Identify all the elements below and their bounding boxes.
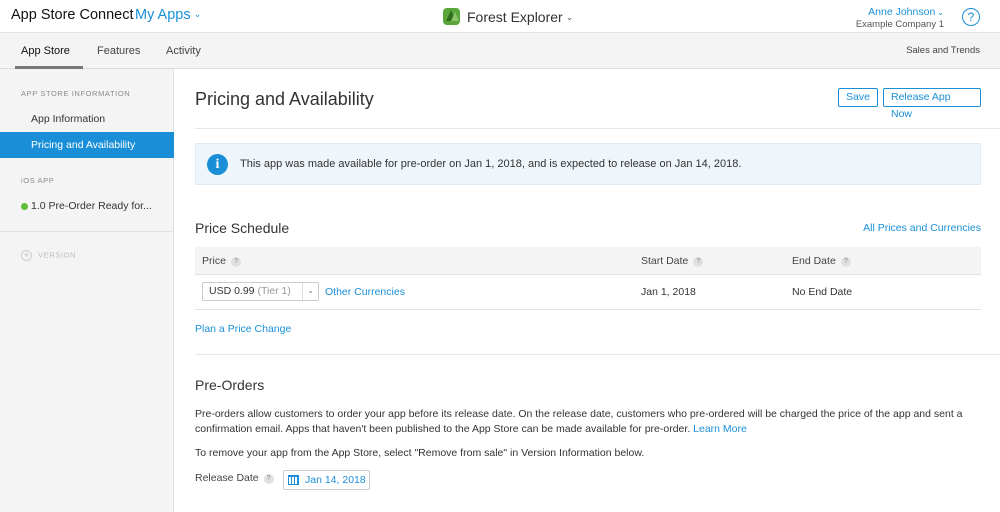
info-banner: i This app was made available for pre-or… <box>195 143 981 185</box>
user-name: Anne Johnson <box>868 6 936 18</box>
release-date-value: Jan 14, 2018 <box>305 474 366 486</box>
other-currencies-link[interactable]: Other Currencies <box>325 286 405 298</box>
plus-icon: + <box>21 250 32 261</box>
chevron-down-icon: ⌄ <box>302 283 318 300</box>
sidebar-section-ios-app: iOS APP <box>21 176 55 185</box>
price-tier: (Tier 1) <box>257 285 291 297</box>
sidebar-item-label: 1.0 Pre-Order Ready for... <box>31 200 152 212</box>
page-title: Pricing and Availability <box>195 89 374 109</box>
chevron-down-icon: ⌄ <box>937 8 944 17</box>
release-date-label: Release Date? <box>195 472 274 484</box>
save-button[interactable]: Save <box>838 88 878 107</box>
user-menu[interactable]: Anne Johnson ⌄ Example Company 1 <box>856 6 944 30</box>
version-label: VERSION <box>38 250 76 260</box>
top-bar: App Store Connect My Apps ⌄ Forest Explor… <box>0 0 1000 33</box>
help-icon[interactable]: ? <box>962 8 980 26</box>
price-table-header: Price? Start Date? End Date? <box>195 247 981 275</box>
sidebar-item-pricing-and-availability[interactable]: Pricing and Availability <box>0 132 174 158</box>
release-app-now-button[interactable]: Release App Now <box>883 88 981 120</box>
info-icon: i <box>207 154 228 175</box>
tab-activity[interactable]: Activity <box>166 45 201 57</box>
table-row: USD 0.99 (Tier 1) ⌄ Other Currencies Jan… <box>195 275 981 310</box>
learn-more-link[interactable]: Learn More <box>693 423 747 435</box>
pre-orders-title: Pre-Orders <box>195 377 265 393</box>
sidebar: APP STORE INFORMATION App Information Pr… <box>0 69 174 512</box>
all-prices-and-currencies-link[interactable]: All Prices and Currencies <box>863 222 981 234</box>
release-date-picker[interactable]: Jan 14, 2018 <box>283 470 370 490</box>
forest-explorer-app-icon <box>443 8 460 25</box>
sidebar-divider <box>0 231 173 232</box>
add-version-button[interactable]: + VERSION <box>21 250 76 261</box>
column-header-price: Price? <box>202 255 241 267</box>
start-date-value: Jan 1, 2018 <box>641 286 696 298</box>
sidebar-section-app-store-information: APP STORE INFORMATION <box>21 89 131 98</box>
help-icon[interactable]: ? <box>263 474 274 484</box>
help-icon[interactable]: ? <box>840 257 851 267</box>
price-value: USD 0.99 <box>209 285 255 297</box>
tab-bar: App Store Features Activity Sales and Tr… <box>0 33 1000 69</box>
help-icon[interactable]: ? <box>693 257 704 267</box>
sidebar-item-ios-version[interactable]: 1.0 Pre-Order Ready for... <box>0 193 174 219</box>
divider <box>195 128 1000 129</box>
app-switcher[interactable]: Forest Explorer ⌄ <box>467 9 573 25</box>
sales-and-trends-link[interactable]: Sales and Trends <box>906 45 980 56</box>
chevron-down-icon: ⌄ <box>565 12 574 22</box>
remove-from-sale-note: To remove your app from the App Store, s… <box>195 447 645 459</box>
tab-app-store[interactable]: App Store <box>21 45 70 57</box>
app-store-connect-logo[interactable]: App Store Connect <box>11 7 134 23</box>
info-banner-text: This app was made available for pre-orde… <box>240 158 742 170</box>
tab-features[interactable]: Features <box>97 45 140 57</box>
chevron-down-icon: ⌄ <box>193 9 202 19</box>
plan-price-change-link[interactable]: Plan a Price Change <box>195 323 291 335</box>
end-date-value: No End Date <box>792 286 853 298</box>
column-header-end-date: End Date? <box>792 255 851 267</box>
sidebar-item-app-information[interactable]: App Information <box>0 106 174 132</box>
app-name: Forest Explorer <box>467 9 563 25</box>
user-company: Example Company 1 <box>855 19 944 30</box>
status-green-dot-icon <box>21 203 28 210</box>
price-schedule-title: Price Schedule <box>195 220 290 236</box>
my-apps-label: My Apps <box>135 7 191 23</box>
my-apps-menu[interactable]: My Apps ⌄ <box>135 7 201 23</box>
column-header-start-date: Start Date? <box>641 255 704 267</box>
help-icon[interactable]: ? <box>230 257 241 267</box>
pre-orders-description: Pre-orders allow customers to order your… <box>195 408 963 435</box>
divider <box>195 354 1000 355</box>
calendar-icon <box>288 475 299 485</box>
price-tier-select[interactable]: USD 0.99 (Tier 1) ⌄ <box>202 282 319 301</box>
